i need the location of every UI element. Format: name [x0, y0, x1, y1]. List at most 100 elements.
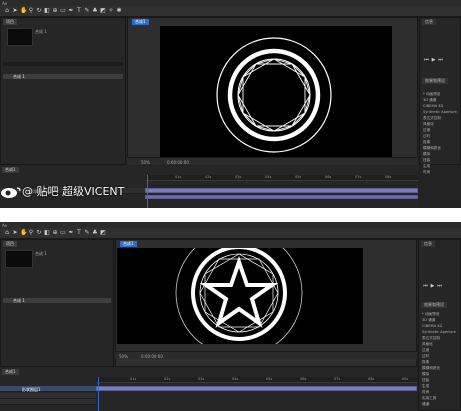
project-tab[interactable]: 项目	[3, 241, 17, 247]
effects-item[interactable]: 时间	[422, 390, 429, 395]
pan-behind-tool-icon[interactable]: ⊕	[52, 230, 58, 236]
app-logo: Ae	[2, 0, 8, 6]
pen-tool-icon[interactable]: ✒	[68, 8, 74, 14]
effects-item[interactable]: 模拟	[423, 152, 430, 157]
effects-item[interactable]: Synthetic Aperture	[422, 330, 456, 334]
timeline-tab[interactable]: 合成1	[2, 167, 19, 173]
camera-tool-icon[interactable]: ◧	[44, 230, 50, 236]
brush-tool-icon[interactable]: ✎	[84, 8, 90, 14]
info-tab[interactable]: 信息	[421, 241, 435, 247]
weibo-logo-icon	[1, 187, 21, 198]
effects-presets-panel: 信息 ⏮ ▶ ⏭ 效果和预设 * 动画预设 3D 通道 CINEMA 4D Sy…	[418, 239, 461, 411]
info-tab[interactable]: 信息	[422, 19, 436, 25]
home-icon[interactable]: ⌂	[4, 8, 10, 14]
home-icon[interactable]: ⌂	[4, 230, 10, 236]
effects-item[interactable]: 风格化	[422, 342, 433, 347]
effects-item[interactable]: 时间	[423, 170, 430, 175]
effects-item[interactable]: 表达式控制	[423, 116, 441, 121]
text-tool-icon[interactable]: T	[76, 8, 82, 14]
pan-behind-tool-icon[interactable]: ⊕	[52, 8, 58, 14]
effects-item[interactable]: 3D 通道	[422, 318, 435, 323]
stamp-tool-icon[interactable]: ♣	[92, 230, 98, 236]
next-frame-icon[interactable]: ⏭	[438, 58, 443, 63]
effects-item[interactable]: 模糊和锐化	[422, 366, 440, 371]
brush-tool-icon[interactable]: ✎	[84, 230, 90, 236]
effects-item[interactable]: * 动画预设	[423, 92, 440, 97]
project-thumbnail	[7, 28, 33, 46]
rectangle-tool-icon[interactable]: ▭	[60, 8, 66, 14]
effects-item[interactable]: 3D 通道	[423, 98, 436, 103]
play-icon[interactable]: ▶	[431, 58, 436, 63]
effects-item[interactable]: 表达式控制	[422, 336, 440, 341]
project-item-title: 合成 1	[35, 251, 47, 256]
effects-item[interactable]: 模糊和锐化	[423, 146, 441, 151]
ruler-tick: 07s	[355, 175, 362, 179]
hand-tool-icon[interactable]: ✋	[20, 8, 27, 14]
pen-tool-icon[interactable]: ✒	[68, 230, 74, 236]
hand-tool-icon[interactable]: ✋	[20, 230, 27, 236]
effects-item[interactable]: 过渡	[423, 128, 430, 133]
selection-tool-icon[interactable]: ➤	[12, 230, 18, 236]
effects-item[interactable]: Synthetic Aperture	[423, 110, 457, 114]
ruler-tick: 05s	[295, 175, 302, 179]
effects-item[interactable]: CINEMA 4D	[423, 104, 443, 108]
zoom-level[interactable]: 50%	[141, 160, 150, 165]
project-tab[interactable]: 项目	[3, 19, 17, 25]
play-icon[interactable]: ▶	[430, 284, 435, 289]
viewer-timecode[interactable]: 0:00:00:00	[167, 160, 189, 165]
effects-tab[interactable]: 效果和预设	[421, 302, 447, 308]
layer-property-row[interactable]	[0, 399, 96, 405]
effects-item[interactable]: 扭曲	[423, 158, 430, 163]
camera-tool-icon[interactable]: ◧	[44, 8, 50, 14]
effects-tab[interactable]: 效果和预设	[422, 78, 448, 84]
eraser-tool-icon[interactable]: ◩	[100, 230, 106, 236]
effects-item[interactable]: 过时	[422, 354, 429, 359]
composition-tab[interactable]: 合成1	[120, 241, 137, 247]
effects-item[interactable]: 通道	[422, 402, 429, 407]
zoom-level[interactable]: 50%	[119, 354, 128, 359]
viewer-timecode[interactable]: 0:00:00:00	[141, 354, 163, 359]
search-field[interactable]	[3, 62, 123, 66]
effects-item[interactable]: CINEMA 4D	[422, 324, 442, 328]
watermark-text: @ 贴吧 超级VICENT	[22, 185, 125, 198]
roto-tool-icon[interactable]: ✧	[108, 8, 114, 14]
effects-item[interactable]: * 动画预设	[422, 312, 439, 317]
effects-item[interactable]: 模拟	[422, 372, 429, 377]
effects-item[interactable]: 生成	[423, 164, 430, 169]
effects-item[interactable]: 抠像	[422, 360, 429, 365]
rectangle-tool-icon[interactable]: ▭	[60, 230, 66, 236]
effects-item[interactable]: 实用工具	[422, 396, 436, 401]
first-frame-icon[interactable]: ⏮	[423, 284, 428, 289]
effects-item[interactable]: 扭曲	[422, 378, 429, 383]
layer-duration-bar[interactable]	[145, 195, 418, 199]
eraser-tool-icon[interactable]: ◩	[100, 8, 106, 14]
effects-item[interactable]: 生成	[422, 384, 429, 389]
layer-duration-bar[interactable]	[145, 188, 418, 193]
layer-duration-bar[interactable]	[96, 386, 417, 391]
effects-item[interactable]: 过渡	[422, 348, 429, 353]
zoom-tool-icon[interactable]: ⚲	[28, 8, 34, 14]
rotate-tool-icon[interactable]: ↻	[36, 230, 42, 236]
rotate-tool-icon[interactable]: ↻	[36, 8, 42, 14]
time-ruler[interactable]: 01s 02s 03s 04s 05s 06s 07s 08s	[145, 175, 418, 181]
next-frame-icon[interactable]: ⏭	[437, 284, 442, 289]
timeline-tab[interactable]: 合成1	[2, 369, 19, 375]
composition-canvas[interactable]	[117, 229, 363, 357]
layer-row[interactable]: 形状图层1	[0, 386, 96, 392]
stamp-tool-icon[interactable]: ♣	[92, 8, 98, 14]
selection-tool-icon[interactable]: ➤	[12, 8, 18, 14]
effects-item[interactable]: 过时	[423, 134, 430, 139]
project-panel: 项目 合成 1 合成 1	[0, 239, 114, 367]
first-frame-icon[interactable]: ⏮	[424, 58, 429, 63]
zoom-tool-icon[interactable]: ⚲	[28, 230, 34, 236]
composition-canvas[interactable]	[160, 26, 392, 164]
effects-item[interactable]: 风格化	[423, 122, 434, 127]
current-time-indicator[interactable]	[98, 377, 99, 411]
time-ruler[interactable]: 01s 02s 03s 04s 05s 06s 07s 08s 09s	[96, 377, 417, 383]
current-time-indicator[interactable]	[147, 175, 148, 208]
puppet-tool-icon[interactable]: ✱	[116, 8, 122, 14]
text-tool-icon[interactable]: T	[76, 230, 82, 236]
ruler-tick: 03s	[198, 377, 205, 381]
composition-tab[interactable]: 合成1	[132, 19, 149, 25]
effects-item[interactable]: 抠像	[423, 140, 430, 145]
